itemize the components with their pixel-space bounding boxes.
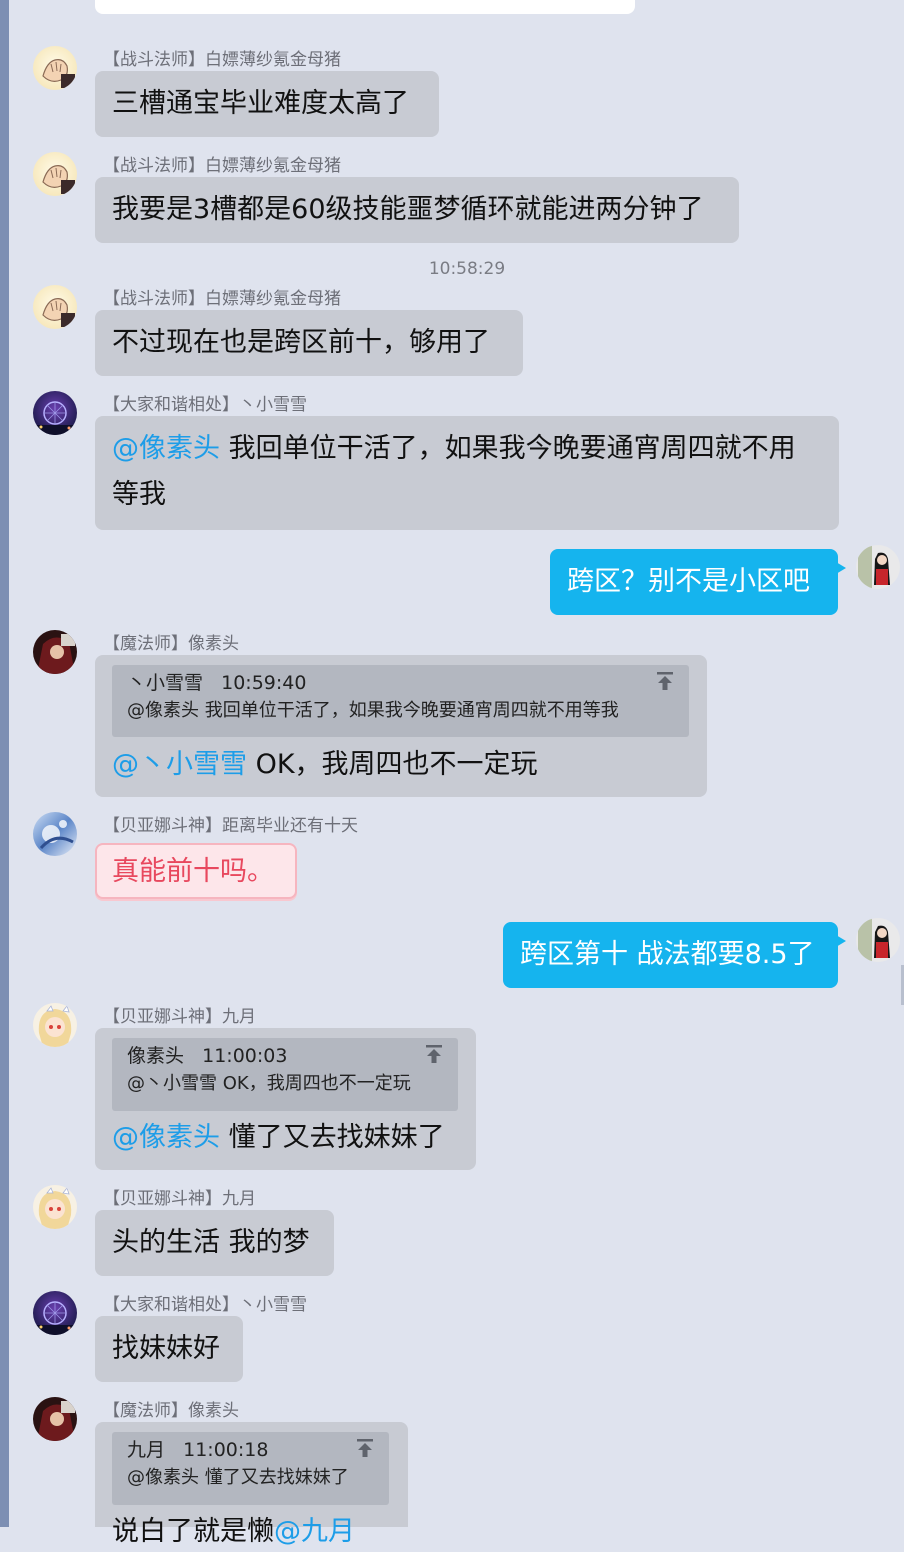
quoted-message[interactable]: 像素头 11:00:03 @丶小雪雪 OK，我周四也不一定玩 — [112, 1038, 458, 1111]
message-text: 说白了就是懒 — [112, 1516, 274, 1547]
sender-name[interactable]: 【贝亚娜斗神】距离毕业还有十天 — [103, 816, 358, 836]
my-message-bubble[interactable]: 跨区？别不是小区吧 — [550, 549, 838, 615]
hand-avatar-icon[interactable] — [33, 285, 77, 329]
bubble-tail — [836, 562, 846, 574]
message-text: 我回单位干活了，如果我今晚要通宵周四就不用 — [220, 433, 796, 464]
message-bubble[interactable]: 三槽通宝毕业难度太高了 — [95, 71, 439, 137]
jump-to-message-icon[interactable] — [355, 1438, 375, 1466]
anime-girl-avatar-icon[interactable] — [33, 1185, 77, 1229]
jump-to-message-icon[interactable] — [655, 671, 675, 699]
message-text: 懂了又去找妹妹了 — [220, 1122, 445, 1153]
quote-body: @丶小雪雪 OK，我周四也不一定玩 — [127, 1073, 411, 1094]
quoted-message[interactable]: 丶小雪雪 10:59:40 @像素头 我回单位干活了，如果我今晚要通宵周四就不用… — [112, 665, 689, 737]
quote-header: 丶小雪雪 10:59:40 — [127, 672, 307, 694]
quoted-message[interactable]: 九月 11:00:18 @像素头 懂了又去找妹妹了 — [112, 1432, 389, 1505]
timestamp: 10:58:29 — [428, 259, 506, 279]
message-text: 不过现在也是跨区前十，够用了 — [112, 327, 490, 358]
sender-name[interactable]: 【大家和谐相处】丶小雪雪 — [103, 395, 307, 415]
my-message-bubble[interactable]: 跨区第十 战法都要8.5了 — [503, 922, 838, 988]
message-text-line-2: 等我 — [112, 479, 166, 510]
ferris-wheel-avatar-icon[interactable] — [33, 391, 77, 435]
hand-avatar-icon[interactable] — [33, 46, 77, 90]
message-bubble[interactable]: 不过现在也是跨区前十，够用了 — [95, 310, 523, 376]
message-text: 三槽通宝毕业难度太高了 — [112, 88, 409, 119]
quote-header: 像素头 11:00:03 — [127, 1045, 288, 1067]
message-text: 跨区？别不是小区吧 — [567, 566, 810, 597]
bubble-tail — [836, 935, 846, 947]
self-avatar-icon[interactable] — [856, 545, 900, 589]
sender-name[interactable]: 【魔法师】像素头 — [103, 1401, 239, 1421]
sender-name[interactable]: 【战斗法师】白嫖薄纱氪金母猪 — [103, 289, 341, 309]
mention-link[interactable]: @九月 — [274, 1516, 355, 1547]
window-left-edge — [0, 0, 9, 1527]
message-bubble[interactable]: 找妹妹好 — [95, 1316, 243, 1382]
mention-link[interactable]: @丶小雪雪 — [112, 749, 247, 780]
sender-name[interactable]: 【大家和谐相处】丶小雪雪 — [103, 1295, 307, 1315]
message-text: OK，我周四也不一定玩 — [247, 749, 538, 780]
self-avatar-icon[interactable] — [856, 918, 900, 962]
previous-bubble-edge — [95, 0, 635, 14]
blue-art-avatar-icon[interactable] — [33, 812, 77, 856]
sender-name[interactable]: 【魔法师】像素头 — [103, 634, 239, 654]
message-bubble[interactable]: 头的生活 我的梦 — [95, 1210, 334, 1276]
quote-body: @像素头 懂了又去找妹妹了 — [127, 1467, 349, 1488]
sender-name[interactable]: 【贝亚娜斗神】九月 — [103, 1189, 256, 1209]
quote-header: 九月 11:00:18 — [127, 1439, 269, 1461]
message-text: 跨区第十 战法都要8.5了 — [520, 939, 815, 970]
dark-avatar-icon[interactable] — [33, 630, 77, 674]
message-text: 真能前十吗。 — [112, 856, 274, 887]
sender-name[interactable]: 【战斗法师】白嫖薄纱氪金母猪 — [103, 50, 341, 70]
message-text: 头的生活 我的梦 — [112, 1227, 310, 1258]
ferris-wheel-avatar-icon[interactable] — [33, 1291, 77, 1335]
hand-avatar-icon[interactable] — [33, 152, 77, 196]
sender-name[interactable]: 【贝亚娜斗神】九月 — [103, 1007, 256, 1027]
message-bubble[interactable]: 我要是3槽都是60级技能噩梦循环就能进两分钟了 — [95, 177, 739, 243]
dark-avatar-icon[interactable] — [33, 1397, 77, 1441]
mention-link[interactable]: @像素头 — [112, 433, 220, 464]
anime-girl-avatar-icon[interactable] — [33, 1003, 77, 1047]
decorated-message-bubble[interactable]: 真能前十吗。 — [95, 843, 297, 899]
message-text: 我要是3槽都是60级技能噩梦循环就能进两分钟了 — [112, 194, 704, 225]
message-bubble[interactable]: @像素头 我回单位干活了，如果我今晚要通宵周四就不用 等我 — [95, 416, 839, 530]
jump-to-message-icon[interactable] — [424, 1044, 444, 1072]
quote-body: @像素头 我回单位干活了，如果我今晚要通宵周四就不用等我 — [127, 700, 619, 721]
mention-link[interactable]: @像素头 — [112, 1122, 220, 1153]
sender-name[interactable]: 【战斗法师】白嫖薄纱氪金母猪 — [103, 156, 341, 176]
message-text: 找妹妹好 — [112, 1333, 220, 1364]
